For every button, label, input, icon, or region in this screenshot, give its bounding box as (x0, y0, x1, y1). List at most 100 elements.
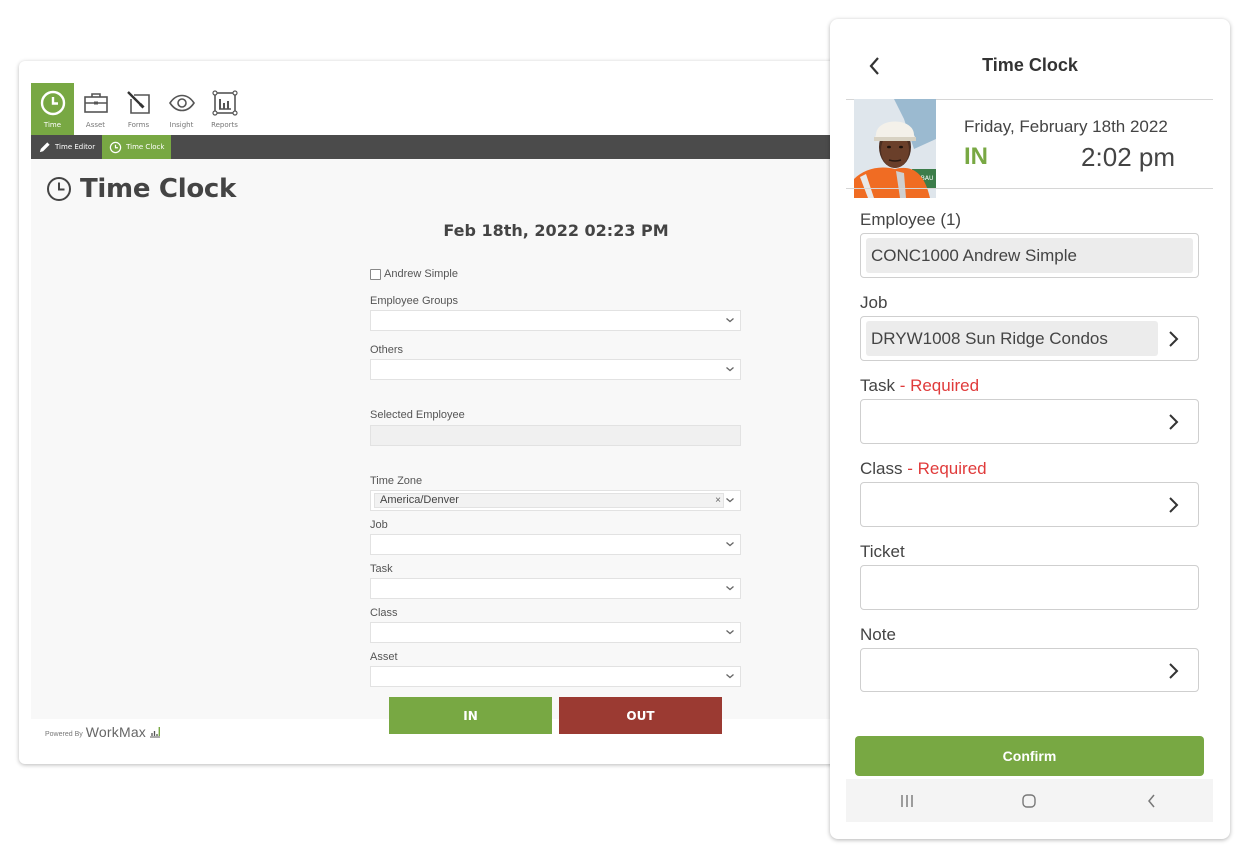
tab-time-clock[interactable]: Time Clock (102, 135, 172, 159)
ticket-input[interactable] (860, 565, 1199, 610)
powered-by-footer: Powered By WorkMax (45, 724, 161, 740)
employee-field[interactable]: CONC1000 Andrew Simple (860, 233, 1199, 278)
logo-bars-icon (150, 727, 161, 738)
employee-photo: OBAU (854, 99, 936, 198)
job-chip: DRYW1008 Sun Ridge Condos (866, 321, 1158, 356)
employee-chip: CONC1000 Andrew Simple (866, 238, 1193, 273)
module-label: Reports (211, 121, 238, 129)
class-label: Class - Required (860, 456, 1199, 482)
job-label: Job (370, 519, 388, 531)
class-select[interactable] (370, 622, 741, 643)
system-back-button[interactable] (1137, 786, 1167, 816)
job-select[interactable] (370, 534, 741, 555)
web-time-clock-window: Time Asset Forms Insight Reports Time Ed… (19, 61, 849, 764)
home-icon (1022, 793, 1037, 808)
selected-employee-field (370, 425, 741, 446)
tab-label: Time Editor (55, 143, 96, 151)
job-label: Job (860, 290, 1199, 316)
task-label: Task (370, 563, 393, 575)
module-label: Forms (127, 121, 150, 129)
module-label: Asset (85, 121, 106, 129)
required-indicator: - Required (894, 376, 980, 395)
module-time[interactable]: Time (31, 83, 74, 135)
job-field[interactable]: DRYW1008 Sun Ridge Condos (860, 316, 1199, 361)
chevron-right-icon[interactable] (1168, 412, 1180, 432)
employee-groups-label: Employee Groups (370, 295, 459, 307)
ticket-label-text: Ticket (860, 542, 905, 561)
clock-icon (47, 177, 71, 201)
chevron-down-icon (726, 367, 734, 372)
current-datetime: Feb 18th, 2022 02:23 PM (443, 221, 669, 240)
page-title: Time Clock (46, 174, 236, 204)
time-zone-chip: America/Denver × (374, 493, 724, 508)
recent-apps-icon (901, 794, 913, 807)
module-forms[interactable]: Forms (117, 83, 160, 135)
clock-icon (40, 90, 65, 116)
time-zone-select[interactable]: America/Denver × (370, 490, 741, 511)
task-select[interactable] (370, 578, 741, 599)
note-label-text: Note (860, 625, 896, 644)
note-field[interactable] (860, 648, 1199, 692)
chevron-down-icon (726, 498, 734, 503)
time-clock-form: Andrew Simple Employee Groups Others Sel… (370, 266, 741, 734)
clock-status: IN (964, 143, 988, 170)
mobile-header: Time Clock (846, 51, 1214, 83)
android-nav-bar (846, 779, 1213, 822)
time-zone-value: America/Denver (380, 494, 459, 506)
class-label: Class (370, 607, 398, 619)
employee-checkbox[interactable] (370, 268, 381, 280)
employee-label-text: Employee (1) (860, 210, 962, 229)
briefcase-icon (83, 93, 108, 113)
module-insight[interactable]: Insight (160, 83, 203, 135)
mobile-form: Employee (1) CONC1000 Andrew Simple Job … (860, 207, 1199, 692)
class-label-text: Class (860, 459, 903, 478)
required-indicator: - Required (902, 459, 987, 478)
others-label: Others (370, 344, 404, 356)
others-select[interactable] (370, 359, 741, 380)
clock-buttons: IN OUT (370, 697, 741, 734)
class-field[interactable] (860, 482, 1199, 527)
forms-pen-icon (126, 91, 150, 114)
chevron-down-icon (726, 318, 734, 323)
sub-navigation: Time Editor Time Clock (31, 135, 849, 159)
chevron-right-icon[interactable] (1168, 661, 1180, 681)
pencil-icon (39, 141, 50, 152)
page-title-text: Time Clock (80, 174, 236, 204)
employee-avatar-image: OBAU (854, 99, 936, 198)
bar-chart-icon (211, 90, 238, 116)
employee-label: Employee (1) (860, 207, 1199, 233)
employee-checkbox-row[interactable]: Andrew Simple (370, 266, 741, 282)
web-app-content: Time Asset Forms Insight Reports Time Ed… (31, 83, 849, 734)
home-button[interactable] (1014, 786, 1044, 816)
asset-select[interactable] (370, 666, 741, 687)
clear-icon[interactable]: × (715, 494, 721, 507)
chevron-down-icon (726, 630, 734, 635)
task-label: Task - Required (860, 373, 1199, 399)
employee-groups-select[interactable] (370, 310, 741, 331)
task-field[interactable] (860, 399, 1199, 444)
task-label-text: Task (860, 376, 895, 395)
module-asset[interactable]: Asset (74, 83, 117, 135)
employee-checkbox-label: Andrew Simple (384, 268, 458, 280)
chevron-right-icon[interactable] (1168, 495, 1180, 515)
workmax-logo: WorkMax (85, 724, 147, 740)
asset-label: Asset (370, 651, 398, 663)
clock-in-button[interactable]: IN (389, 697, 552, 734)
module-label: Insight (169, 121, 194, 129)
chevron-right-icon[interactable] (1168, 329, 1180, 349)
back-icon (1147, 794, 1155, 807)
module-label: Time (43, 121, 62, 129)
confirm-button[interactable]: Confirm (855, 736, 1204, 776)
divider (846, 188, 1213, 189)
tab-time-editor[interactable]: Time Editor (31, 135, 102, 159)
chevron-down-icon (726, 542, 734, 547)
module-bar: Time Asset Forms Insight Reports (31, 83, 849, 135)
ticket-label: Ticket (860, 539, 1199, 565)
clock-out-button[interactable]: OUT (559, 697, 722, 734)
selected-employee-label: Selected Employee (370, 409, 465, 421)
mobile-time-clock-screen: Time Clock OBAU Friday, February 18th 20… (830, 19, 1230, 839)
note-label: Note (860, 622, 1199, 648)
recent-apps-button[interactable] (892, 786, 922, 816)
powered-by-text: Powered By (45, 731, 83, 738)
module-reports[interactable]: Reports (203, 83, 246, 135)
